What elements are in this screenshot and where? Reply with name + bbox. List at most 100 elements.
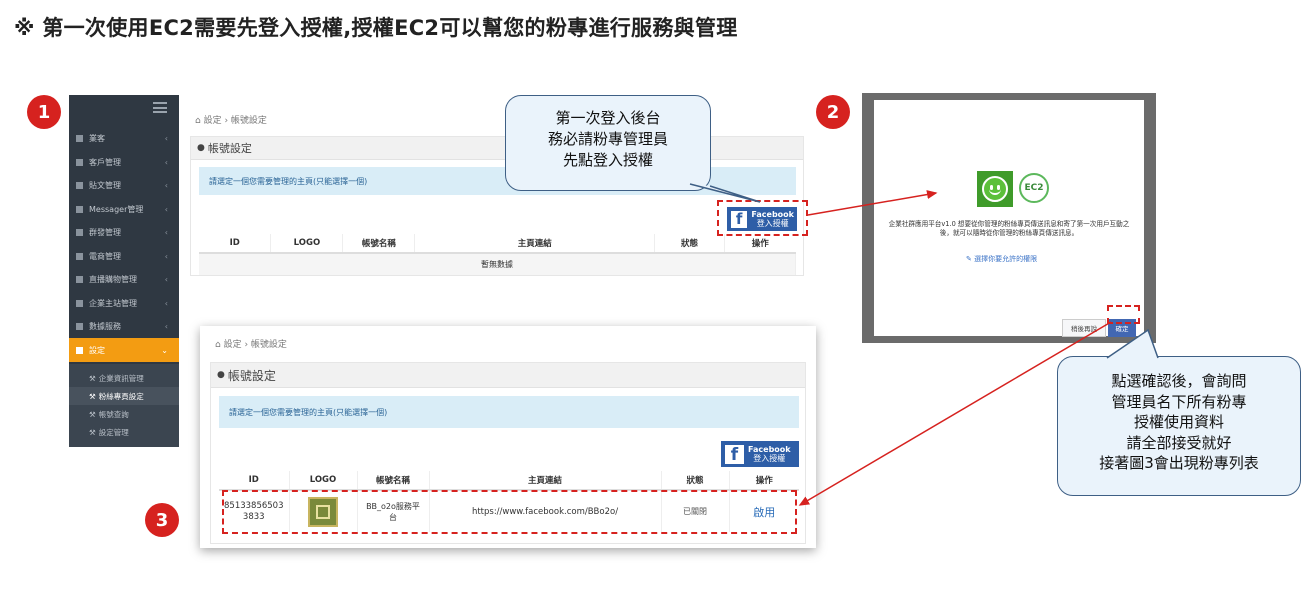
highlight-fb-button [717, 200, 808, 236]
accounts-table: ID LOGO 帳號名稱 主頁連結 狀態 操作 暫無數據 [199, 234, 796, 275]
col-id: ID [199, 234, 272, 254]
info-icon: ● [197, 143, 205, 153]
submenu-label: 企業資訊管理 [98, 373, 144, 383]
facebook-login-button[interactable]: f Facebook 登入授權 [721, 441, 799, 467]
table-header-row: ID LOGO 帳號名稱 主頁連結 狀態 操作 [219, 471, 799, 491]
edit-icon: ✎ [966, 255, 975, 263]
ec2-logo-icon: EC2 [1019, 173, 1049, 203]
cancel-button[interactable]: 稍後再說 [1062, 319, 1106, 337]
col-logo: LOGO [270, 234, 344, 254]
callout-line: 第一次登入後台 [555, 109, 661, 127]
page-title: ※ 第一次使用EC2需要先登入授權,授權EC2可以幫您的粉專進行服務與管理 [14, 16, 738, 40]
app-smiley-icon [977, 171, 1013, 207]
sidebar-item-label: 業客 [89, 134, 105, 143]
callout-line: 先點登入授權 [562, 151, 653, 169]
sidebar-item-4[interactable]: Messager管理 ‹ [69, 198, 179, 221]
fb-button-line2: 登入授權 [753, 454, 786, 463]
sidebar-item-label: 群發管理 [89, 228, 121, 237]
col-status: 狀態 [654, 234, 726, 254]
breadcrumb: ⌂ 設定 › 帳號設定 [215, 337, 287, 350]
facebook-icon: f [725, 444, 744, 464]
chevron-left-icon: ‹ [164, 252, 168, 261]
sidebar-item-6[interactable]: 電商管理 ‹ [69, 245, 179, 268]
menu-square-icon [76, 206, 83, 213]
chevron-left-icon: ‹ [164, 299, 168, 308]
sidebar-item-2[interactable]: 客戶管理 ‹ [69, 151, 179, 174]
callout-line: 務必請粉專管理員 [547, 130, 668, 148]
info-icon: ● [217, 370, 225, 380]
sidebar-item-label: 數據服務 [89, 322, 121, 331]
submenu-item-account[interactable]: ⚒ 帳號查詢 [69, 405, 179, 423]
choose-permissions-link[interactable]: ✎ 選擇你要允許的權限 [966, 254, 1037, 264]
sidebar-item-5[interactable]: 群發管理 ‹ [69, 221, 179, 244]
submenu-item-settings[interactable]: ⚒ 設定管理 [69, 423, 179, 441]
wrench-icon: ⚒ [89, 409, 96, 419]
chevron-left-icon: ‹ [164, 181, 168, 190]
callout-line: 點選確認後，會詢問 [1111, 372, 1247, 390]
callout-line: 接著圖3會出現粉專列表 [1099, 454, 1259, 472]
panel-header: ● 帳號設定 [191, 137, 803, 160]
callout-confirm-hint: 點選確認後，會詢問 管理員名下所有粉專 授權使用資料 請全部接受就好 接著圖3會… [1057, 356, 1301, 496]
submenu-item-company[interactable]: ⚒ 企業資訊管理 [69, 369, 179, 387]
menu-square-icon [76, 300, 83, 307]
menu-square-icon [76, 276, 83, 283]
chevron-left-icon: ‹ [164, 275, 168, 284]
menu-square-icon [76, 159, 83, 166]
link-label: 選擇你要允許的權限 [974, 255, 1038, 263]
dialog-message: 企業社群應用平台v1.0 想要從你管理的粉絲專頁傳送訊息和寄了第一次用戶互動之後… [888, 220, 1130, 237]
sidebar-item-settings[interactable]: 設定 ⌄ [69, 338, 179, 362]
submenu-label: 粉絲專頁設定 [98, 391, 144, 401]
panel-title: 帳號設定 [207, 142, 252, 155]
menu-square-icon [76, 135, 83, 142]
col-link: 主頁連結 [414, 234, 656, 254]
step-badge-2: 2 [816, 95, 850, 129]
sidebar-item-label: 貼文管理 [89, 181, 121, 190]
submenu-label: 設定管理 [98, 427, 129, 437]
table-header-row: ID LOGO 帳號名稱 主頁連結 狀態 操作 [199, 234, 796, 254]
callout-line: 管理員名下所有粉專 [1111, 392, 1247, 411]
hamburger-icon[interactable] [153, 102, 167, 113]
sidebar-item-7[interactable]: 直播購物管理 ‹ [69, 268, 179, 291]
col-name: 帳號名稱 [342, 234, 416, 254]
submenu-label: 帳號查詢 [98, 409, 129, 419]
menu-square-icon [76, 253, 83, 260]
panel-header: ● 帳號設定 [211, 363, 805, 388]
settings-submenu: ⚒ 企業資訊管理 ⚒ 粉絲專頁設定 ⚒ 帳號查詢 ⚒ 設定管理 [69, 364, 179, 447]
chevron-down-icon: ⌄ [161, 345, 168, 355]
empty-message: 暫無數據 [199, 253, 796, 275]
chevron-left-icon: ‹ [164, 158, 168, 167]
sidebar-item-8[interactable]: 企業主站管理 ‹ [69, 292, 179, 315]
chevron-left-icon: ‹ [164, 205, 168, 214]
sidebar-item-label: 客戶管理 [89, 158, 121, 167]
wrench-icon: ⚒ [89, 391, 96, 401]
home-icon: ⌂ [195, 116, 204, 126]
menu-square-icon [76, 323, 83, 330]
sidebar-item-label: Messager管理 [89, 205, 144, 214]
col-status: 狀態 [661, 471, 730, 491]
col-id: ID [219, 471, 290, 491]
menu-square-icon [76, 182, 83, 189]
col-logo: LOGO [289, 471, 358, 491]
highlight-page-row [222, 490, 797, 534]
sidebar-item-1[interactable]: 業客 ‹ [69, 127, 179, 150]
sidebar-item-3[interactable]: 貼文管理 ‹ [69, 174, 179, 197]
step-badge-3: 3 [145, 503, 179, 537]
col-action: 操作 [729, 471, 799, 491]
chevron-left-icon: ‹ [164, 228, 168, 237]
chevron-left-icon: ‹ [164, 134, 168, 143]
panel-title: 帳號設定 [227, 368, 276, 383]
sidebar-item-label: 電商管理 [89, 252, 121, 261]
wrench-icon: ⚒ [89, 427, 96, 437]
permission-dialog: EC2 企業社群應用平台v1.0 想要從你管理的粉絲專頁傳送訊息和寄了第一次用戶… [874, 100, 1144, 337]
sidebar-item-label: 企業主站管理 [89, 299, 137, 308]
col-name: 帳號名稱 [357, 471, 430, 491]
sidebar-item-label: 設定 [89, 345, 105, 355]
account-panel-1: ● 帳號設定 請選定一個您需要管理的主頁(只能選擇一個) f Facebook 登入… [190, 136, 804, 276]
wrench-icon: ⚒ [89, 373, 96, 383]
sidebar-item-9[interactable]: 數據服務 ‹ [69, 315, 179, 338]
highlight-confirm-button [1107, 305, 1140, 324]
breadcrumb-text: 設定 › 帳號設定 [223, 340, 287, 350]
col-action: 操作 [724, 234, 796, 254]
breadcrumb: ⌂ 設定 › 帳號設定 [195, 113, 267, 126]
submenu-item-fanpage[interactable]: ⚒ 粉絲專頁設定 [69, 387, 179, 405]
